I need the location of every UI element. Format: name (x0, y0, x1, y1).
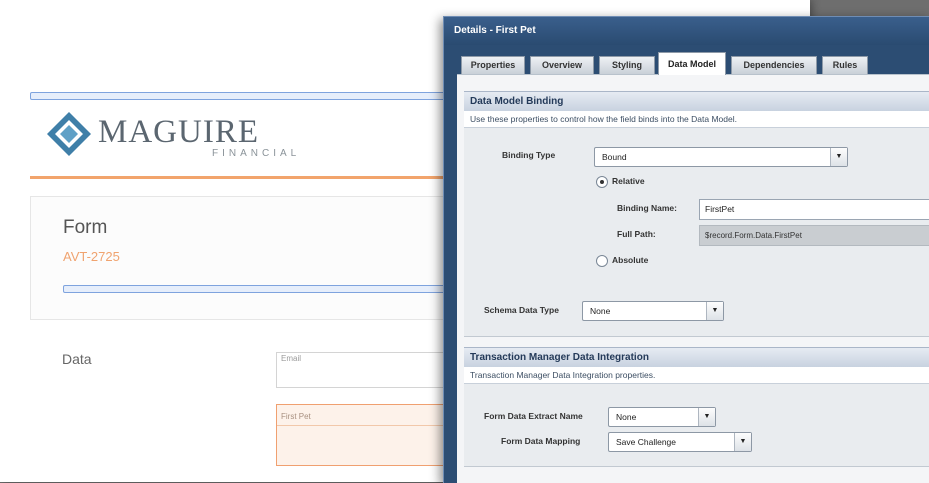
selection-bar-top[interactable] (30, 92, 462, 100)
absolute-label: Absolute (612, 255, 649, 265)
data-model-binding-heading: Data Model Binding (464, 91, 929, 112)
schema-data-type-label: Schema Data Type (484, 305, 559, 315)
company-logo: MAGUIRE FINANCIAL (46, 108, 346, 168)
transaction-manager-description: Transaction Manager Data Integration pro… (464, 367, 929, 384)
transaction-manager-heading: Transaction Manager Data Integration (464, 347, 929, 368)
details-dialog: Details - First Pet Properties Overview … (443, 16, 929, 483)
schema-data-type-value: None (590, 306, 611, 316)
chevron-down-icon[interactable]: ▼ (830, 148, 847, 166)
schema-data-type-select[interactable]: None ▼ (582, 301, 724, 321)
radio-selected-dot (600, 180, 604, 184)
full-path-label: Full Path: (617, 229, 656, 239)
tab-data-model[interactable]: Data Model (658, 52, 726, 75)
extract-name-select[interactable]: None ▼ (608, 407, 716, 427)
binding-type-label: Binding Type (502, 150, 556, 160)
logo-wordmark: MAGUIRE (98, 114, 259, 150)
mapping-select[interactable]: Save Challenge ▼ (608, 432, 752, 452)
mapping-label: Form Data Mapping (501, 436, 581, 446)
transaction-manager-body: Form Data Extract Name None ▼ Form Data … (464, 384, 929, 467)
chevron-down-icon[interactable]: ▼ (734, 433, 751, 451)
header-divider (30, 176, 450, 179)
binding-name-label: Binding Name: (617, 203, 677, 213)
binding-type-value: Bound (602, 152, 627, 162)
logo-subline: FINANCIAL (212, 148, 301, 159)
email-field[interactable]: Email (276, 352, 458, 388)
dialog-titlebar[interactable]: Details - First Pet (444, 17, 929, 45)
dialog-title: Details - First Pet (454, 25, 536, 36)
tab-properties[interactable]: Properties (461, 56, 525, 74)
tab-overview[interactable]: Overview (530, 56, 594, 74)
first-pet-field[interactable]: First Pet (276, 404, 458, 466)
tab-styling[interactable]: Styling (599, 56, 655, 74)
form-title: Form (63, 217, 108, 238)
binding-name-input[interactable]: FirstPet (699, 199, 929, 220)
mapping-value: Save Challenge (616, 437, 677, 447)
tab-dependencies[interactable]: Dependencies (731, 56, 817, 74)
tab-content-data-model: Data Model Binding Use these properties … (457, 74, 929, 483)
chevron-down-icon[interactable]: ▼ (706, 302, 723, 320)
full-path-value: $record.Form.Data.FirstPet (699, 225, 929, 246)
relative-radio[interactable] (596, 176, 608, 188)
selection-bar-card[interactable] (63, 285, 461, 293)
relative-label: Relative (612, 176, 645, 186)
diamond-logo-icon (47, 112, 91, 156)
data-model-binding-description: Use these properties to control how the … (464, 111, 929, 128)
absolute-radio[interactable] (596, 255, 608, 267)
extract-name-value: None (616, 412, 637, 422)
first-pet-field-label: First Pet (281, 412, 311, 421)
extract-name-label: Form Data Extract Name (484, 411, 583, 421)
first-pet-field-divider (277, 425, 457, 426)
tab-bar: Properties Overview Styling Data Model D… (457, 52, 929, 75)
form-header-card[interactable]: Form AVT-2725 (30, 196, 462, 320)
binding-type-select[interactable]: Bound ▼ (594, 147, 848, 167)
chevron-down-icon[interactable]: ▼ (698, 408, 715, 426)
tab-rules[interactable]: Rules (822, 56, 868, 74)
email-field-label: Email (281, 354, 302, 363)
data-model-binding-body: Binding Type Bound ▼ Relative Binding Na… (464, 128, 929, 337)
data-section-label: Data (62, 351, 92, 367)
form-code: AVT-2725 (63, 249, 120, 264)
